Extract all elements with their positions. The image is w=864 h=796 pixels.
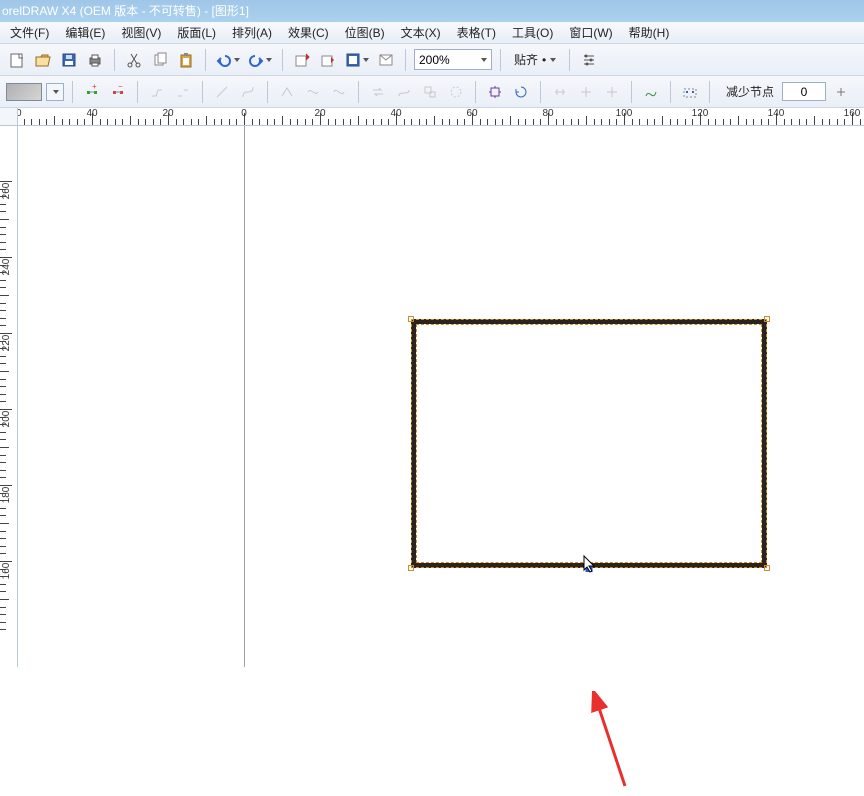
ruler-vertical[interactable]: 260240220200180160 [0, 126, 18, 667]
reverse-direction-button[interactable] [367, 81, 389, 103]
selection-marquee-inner [416, 324, 762, 563]
app-launcher-button[interactable] [343, 49, 371, 71]
select-all-nodes-button[interactable] [679, 81, 701, 103]
reduce-nodes-spinner[interactable] [830, 81, 852, 103]
elastic-mode-button[interactable] [640, 81, 662, 103]
menu-window[interactable]: 窗口(W) [561, 23, 620, 43]
shape-preset-swatch[interactable] [6, 83, 42, 101]
ruler-horizontal[interactable]: 604020020406080100120140160 [18, 108, 864, 126]
chevron-down-icon [550, 58, 556, 62]
chevron-down-icon [481, 58, 487, 62]
separator [72, 81, 73, 103]
undo-button[interactable] [214, 49, 242, 71]
selection-handle-tr[interactable] [764, 316, 770, 322]
chevron-down-icon [53, 90, 59, 94]
print-button[interactable] [84, 49, 106, 71]
zoom-level-combo[interactable]: 200% [414, 49, 492, 70]
symmetric-node-button[interactable] [328, 81, 350, 103]
extract-subpath-button[interactable] [419, 81, 441, 103]
extend-curve-button[interactable] [393, 81, 415, 103]
smooth-node-button[interactable] [302, 81, 324, 103]
menu-arrange[interactable]: 排列(A) [224, 23, 280, 43]
chevron-down-icon [234, 58, 240, 62]
separator [205, 49, 206, 71]
title-bar: orelDRAW X4 (OEM 版本 - 不可转售) - [图形1] [0, 0, 864, 22]
menu-view[interactable]: 视图(V) [113, 23, 169, 43]
snap-label: 贴齐 [514, 51, 538, 68]
save-button[interactable] [58, 49, 80, 71]
zoom-value: 200% [419, 53, 450, 67]
menu-layout[interactable]: 版面(L) [169, 23, 224, 43]
line-button[interactable] [211, 81, 233, 103]
break-nodes-button[interactable] [172, 81, 194, 103]
add-node-button[interactable]: + [81, 81, 103, 103]
separator [540, 81, 541, 103]
new-button[interactable] [6, 49, 28, 71]
reflect-v-button[interactable] [601, 81, 623, 103]
shape-preset-dropdown[interactable] [46, 83, 64, 101]
menu-bar: 文件(F) 编辑(E) 视图(V) 版面(L) 排列(A) 效果(C) 位图(B… [0, 22, 864, 44]
selected-rectangle-object[interactable] [411, 319, 767, 568]
canvas-area[interactable] [18, 126, 864, 667]
open-button[interactable] [32, 49, 54, 71]
stretch-nodes-button[interactable] [484, 81, 506, 103]
cusp-node-button[interactable] [276, 81, 298, 103]
separator [670, 81, 671, 103]
menu-help[interactable]: 帮助(H) [621, 23, 678, 43]
welcome-button[interactable] [375, 49, 397, 71]
separator [267, 81, 268, 103]
ruler-corner[interactable] [0, 108, 18, 126]
chevron-down-icon [363, 58, 369, 62]
menu-effect[interactable]: 效果(C) [280, 23, 337, 43]
rotate-nodes-button[interactable] [510, 81, 532, 103]
menu-table[interactable]: 表格(T) [449, 23, 504, 43]
origin-guide-line [244, 126, 245, 667]
snap-to-button[interactable]: 贴齐 • [509, 49, 561, 71]
separator [631, 81, 632, 103]
align-nodes-button[interactable] [549, 81, 571, 103]
chevron-down-icon [266, 58, 272, 62]
paste-button[interactable] [175, 49, 197, 71]
cut-button[interactable] [123, 49, 145, 71]
separator [569, 49, 570, 71]
copy-button[interactable] [149, 49, 171, 71]
app-title: orelDRAW X4 (OEM 版本 - 不可转售) - [图形1] [2, 4, 249, 18]
annotation-arrow-icon [590, 691, 650, 796]
selection-handle-br[interactable] [764, 565, 770, 571]
curve-button[interactable] [237, 81, 259, 103]
svg-text:−: − [118, 84, 123, 91]
separator [500, 49, 501, 71]
menu-tools[interactable]: 工具(O) [504, 23, 561, 43]
options-button[interactable] [578, 49, 600, 71]
selection-handle-bl[interactable] [408, 565, 414, 571]
import-button[interactable] [291, 49, 313, 71]
menu-file[interactable]: 文件(F) [2, 23, 57, 43]
separator [202, 81, 203, 103]
delete-node-button[interactable]: − [107, 81, 129, 103]
export-button[interactable] [317, 49, 339, 71]
property-toolbar: + − 减少节点 [0, 76, 864, 108]
menu-bitmap[interactable]: 位图(B) [337, 23, 393, 43]
menu-edit[interactable]: 编辑(E) [57, 23, 113, 43]
svg-text:+: + [92, 84, 97, 91]
selection-handle-tl[interactable] [408, 316, 414, 322]
reflect-h-button[interactable] [575, 81, 597, 103]
separator [358, 81, 359, 103]
menu-text[interactable]: 文本(X) [393, 23, 449, 43]
redo-button[interactable] [246, 49, 274, 71]
reduce-nodes-input[interactable] [782, 82, 826, 101]
separator [709, 81, 710, 103]
separator [114, 49, 115, 71]
auto-close-button[interactable] [445, 81, 467, 103]
standard-toolbar: 200% 贴齐 • [0, 44, 864, 76]
reduce-nodes-label: 减少节点 [726, 83, 774, 100]
separator [475, 81, 476, 103]
separator [137, 81, 138, 103]
join-nodes-button[interactable] [146, 81, 168, 103]
cursor-icon [583, 555, 597, 578]
separator [282, 49, 283, 71]
separator [405, 49, 406, 71]
